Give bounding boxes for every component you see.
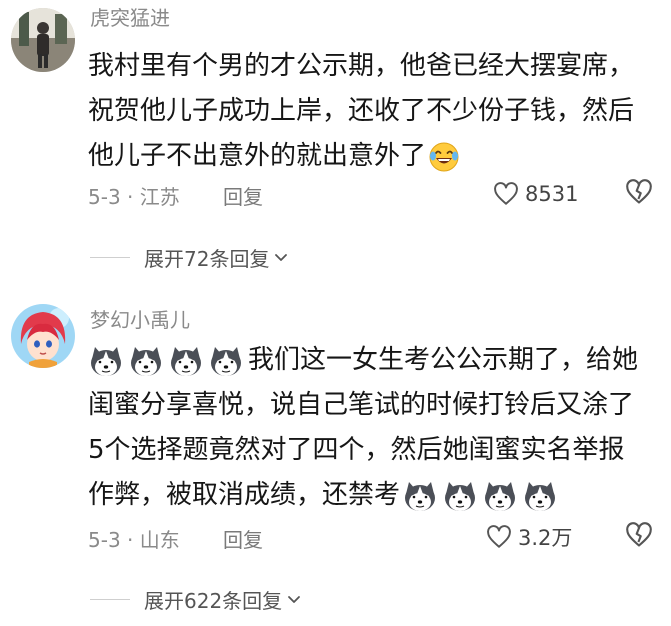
date-location: 5-3 · 山东 (88, 528, 180, 552)
husky-dog-emoji-icon (522, 480, 558, 512)
comment-line: 作弊，被取消成绩，还禁考 (88, 473, 663, 518)
husky-emoji-group (88, 345, 248, 377)
husky-emoji-group (402, 480, 562, 512)
avatar[interactable] (11, 304, 75, 368)
heart-icon (486, 524, 512, 550)
broken-heart-icon[interactable] (625, 178, 653, 206)
chevron-down-icon (286, 591, 302, 607)
comment-line: 他儿子不出意外的就出意外了 (88, 134, 663, 179)
comment-meta: 5-3 · 江苏 回复 8531 (88, 177, 663, 211)
reply-button[interactable]: 回复 (223, 181, 263, 210)
husky-dog-emoji-icon (482, 480, 518, 512)
husky-dog-emoji-icon (402, 480, 438, 512)
laughing-tears-emoji-icon (429, 142, 459, 171)
husky-dog-emoji-icon (168, 345, 204, 377)
expand-replies-button[interactable]: 展开622条回复 (90, 584, 302, 614)
comment-line-text: 他儿子不出意外的就出意外了 (88, 141, 427, 171)
divider-line (90, 256, 130, 258)
comment-text: 我们这一女生考公公示期了，给她 闺蜜分享喜悦，说自己笔试的时候打铃后又涂了 5个… (88, 338, 663, 518)
comment-line-text: 作弊，被取消成绩，还禁考 (88, 480, 401, 510)
comment-line-text: 我们这一女生考公公示期了，给她 (248, 345, 639, 375)
expand-replies-label: 展开622条回复 (144, 588, 283, 613)
comment-line: 闺蜜分享喜悦，说自己笔试的时候打铃后又涂了 (88, 390, 635, 420)
username[interactable]: 虎突猛进 (90, 4, 170, 32)
comment-line: 我村里有个男的才公示期，他爸已经大摆宴席， (88, 51, 635, 81)
husky-dog-emoji-icon (88, 345, 124, 377)
expand-replies-label: 展开72条回复 (144, 246, 270, 271)
reply-button[interactable]: 回复 (223, 524, 263, 553)
like-button[interactable]: 3.2万 (486, 520, 572, 554)
chevron-down-icon (273, 249, 289, 265)
expand-replies-button[interactable]: 展开72条回复 (90, 242, 289, 272)
comment-text: 我村里有个男的才公示期，他爸已经大摆宴席， 祝贺他儿子成功上岸，还收了不少份子钱… (88, 44, 663, 179)
like-button[interactable]: 8531 (493, 177, 578, 211)
broken-heart-icon[interactable] (625, 521, 653, 549)
husky-dog-emoji-icon (442, 480, 478, 512)
avatar[interactable] (11, 8, 75, 72)
heart-icon (493, 181, 519, 207)
comment-line: 5个选择题竟然对了四个，然后她闺蜜实名举报 (88, 435, 625, 465)
comment-meta: 5-3 · 山东 回复 3.2万 (88, 520, 663, 554)
username[interactable]: 梦幻小禹儿 (90, 306, 190, 334)
comment-line: 祝贺他儿子成功上岸，还收了不少份子钱，然后 (88, 96, 635, 126)
like-count: 8531 (525, 182, 579, 206)
husky-dog-emoji-icon (128, 345, 164, 377)
like-count: 3.2万 (518, 526, 573, 550)
husky-dog-emoji-icon (208, 345, 244, 377)
divider-line (90, 598, 130, 600)
comment-line: 我们这一女生考公公示期了，给她 (88, 338, 663, 383)
date-location: 5-3 · 江苏 (88, 185, 180, 209)
